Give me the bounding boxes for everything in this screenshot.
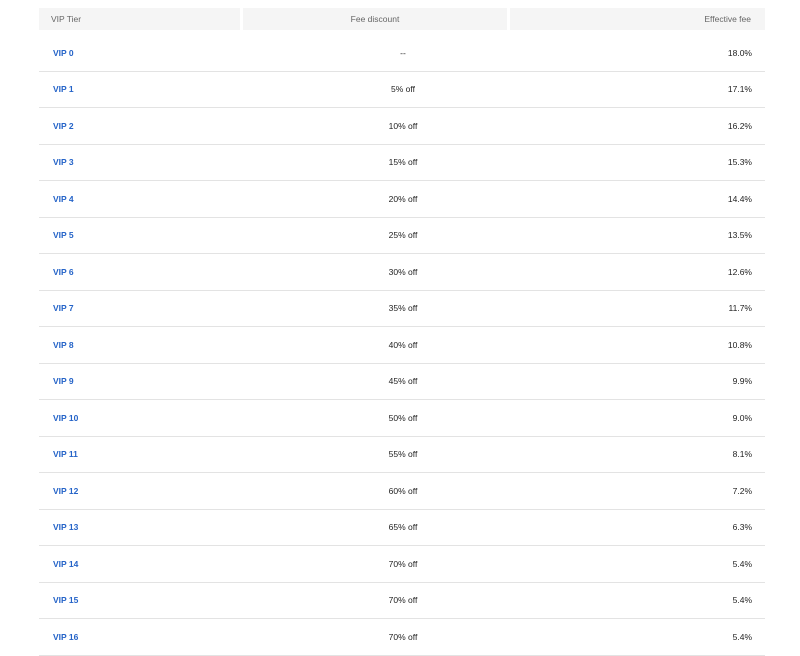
vip-tier-link[interactable]: VIP 3 bbox=[39, 157, 240, 167]
vip-tier-link[interactable]: VIP 14 bbox=[39, 559, 240, 569]
table-row: VIP 8 40% off 10.8% bbox=[39, 327, 765, 364]
effective-fee-cell: 7.2% bbox=[732, 485, 752, 496]
vip-tier-link[interactable]: VIP 0 bbox=[39, 48, 240, 58]
table-row: VIP 16 70% off 5.4% bbox=[39, 619, 765, 656]
fee-discount-cell: 55% off bbox=[388, 449, 418, 460]
table-row: VIP 7 35% off 11.7% bbox=[39, 291, 765, 327]
table-row: VIP 13 65% off 6.3% bbox=[39, 510, 765, 546]
table-row: VIP 3 15% off 15.3% bbox=[39, 145, 765, 181]
effective-fee-cell: 5.4% bbox=[732, 595, 752, 606]
table-row: VIP 12 60% off 7.2% bbox=[39, 473, 765, 510]
effective-fee-cell: 6.3% bbox=[732, 522, 752, 533]
header-vip-tier: VIP Tier bbox=[39, 8, 240, 30]
vip-tier-link[interactable]: VIP 6 bbox=[39, 267, 240, 277]
fee-discount-cell: 20% off bbox=[388, 193, 418, 204]
fee-discount-cell: 65% off bbox=[388, 522, 418, 533]
effective-fee-cell: 5.4% bbox=[732, 558, 752, 569]
effective-fee-cell: 9.0% bbox=[732, 412, 752, 423]
effective-fee-cell: 10.8% bbox=[727, 339, 752, 350]
table-row: VIP 15 70% off 5.4% bbox=[39, 583, 765, 619]
table-row: VIP 9 45% off 9.9% bbox=[39, 364, 765, 400]
vip-tier-link[interactable]: VIP 5 bbox=[39, 230, 240, 240]
fee-discount-cell: 25% off bbox=[388, 230, 418, 241]
fee-discount-cell: -- bbox=[400, 47, 406, 58]
table-row: VIP 1 5% off 17.1% bbox=[39, 72, 765, 108]
effective-fee-cell: 16.2% bbox=[727, 120, 752, 131]
vip-tier-link[interactable]: VIP 12 bbox=[39, 486, 240, 496]
vip-tier-link[interactable]: VIP 11 bbox=[39, 449, 240, 459]
effective-fee-cell: 11.7% bbox=[728, 303, 752, 314]
table-row: VIP 14 70% off 5.4% bbox=[39, 546, 765, 583]
effective-fee-cell: 9.9% bbox=[732, 376, 752, 387]
fee-discount-cell: 70% off bbox=[388, 595, 418, 606]
effective-fee-cell: 8.1% bbox=[732, 449, 752, 460]
vip-tier-link[interactable]: VIP 9 bbox=[39, 376, 240, 386]
fee-discount-cell: 45% off bbox=[388, 376, 418, 387]
table-row: VIP 11 55% off 8.1% bbox=[39, 437, 765, 473]
effective-fee-cell: 17.1% bbox=[727, 84, 752, 95]
vip-tier-link[interactable]: VIP 1 bbox=[39, 84, 240, 94]
table-row: VIP 10 50% off 9.0% bbox=[39, 400, 765, 437]
vip-tier-link[interactable]: VIP 13 bbox=[39, 522, 240, 532]
vip-tier-link[interactable]: VIP 8 bbox=[39, 340, 240, 350]
fee-discount-cell: 70% off bbox=[388, 631, 418, 642]
fee-discount-cell: 70% off bbox=[388, 558, 418, 569]
effective-fee-cell: 14.4% bbox=[727, 193, 752, 204]
table-row: VIP 0 -- 18.0% bbox=[39, 35, 765, 72]
vip-tier-link[interactable]: VIP 10 bbox=[39, 413, 240, 423]
header-fee-discount: Fee discount bbox=[243, 8, 507, 30]
table-row: VIP 5 25% off 13.5% bbox=[39, 218, 765, 254]
vip-tier-link[interactable]: VIP 16 bbox=[39, 632, 240, 642]
fee-discount-cell: 50% off bbox=[388, 412, 418, 423]
fee-discount-cell: 40% off bbox=[388, 339, 418, 350]
table-body: VIP 0 -- 18.0% VIP 1 5% off 17.1% VIP 2 10% off… bbox=[39, 35, 765, 656]
fee-discount-cell: 15% off bbox=[388, 157, 418, 168]
vip-tier-link[interactable]: VIP 15 bbox=[39, 595, 240, 605]
vip-fee-table: VIP Tier Fee discount Effective fee VIP … bbox=[39, 8, 765, 656]
fee-discount-cell: 5% off bbox=[391, 84, 415, 95]
fee-discount-cell: 60% off bbox=[388, 485, 418, 496]
table-row: VIP 2 10% off 16.2% bbox=[39, 108, 765, 145]
effective-fee-cell: 5.4% bbox=[732, 631, 752, 642]
effective-fee-cell: 18.0% bbox=[727, 47, 752, 58]
vip-tier-link[interactable]: VIP 4 bbox=[39, 194, 240, 204]
fee-discount-cell: 30% off bbox=[388, 266, 418, 277]
effective-fee-cell: 13.5% bbox=[727, 230, 752, 241]
header-effective-fee: Effective fee bbox=[510, 8, 765, 30]
vip-tier-link[interactable]: VIP 2 bbox=[39, 121, 240, 131]
fee-discount-cell: 10% off bbox=[388, 120, 418, 131]
table-row: VIP 4 20% off 14.4% bbox=[39, 181, 765, 218]
effective-fee-cell: 15.3% bbox=[727, 157, 752, 168]
effective-fee-cell: 12.6% bbox=[727, 266, 752, 277]
fee-discount-cell: 35% off bbox=[388, 303, 418, 314]
vip-tier-link[interactable]: VIP 7 bbox=[39, 303, 240, 313]
table-header: VIP Tier Fee discount Effective fee bbox=[39, 8, 765, 30]
table-row: VIP 6 30% off 12.6% bbox=[39, 254, 765, 291]
